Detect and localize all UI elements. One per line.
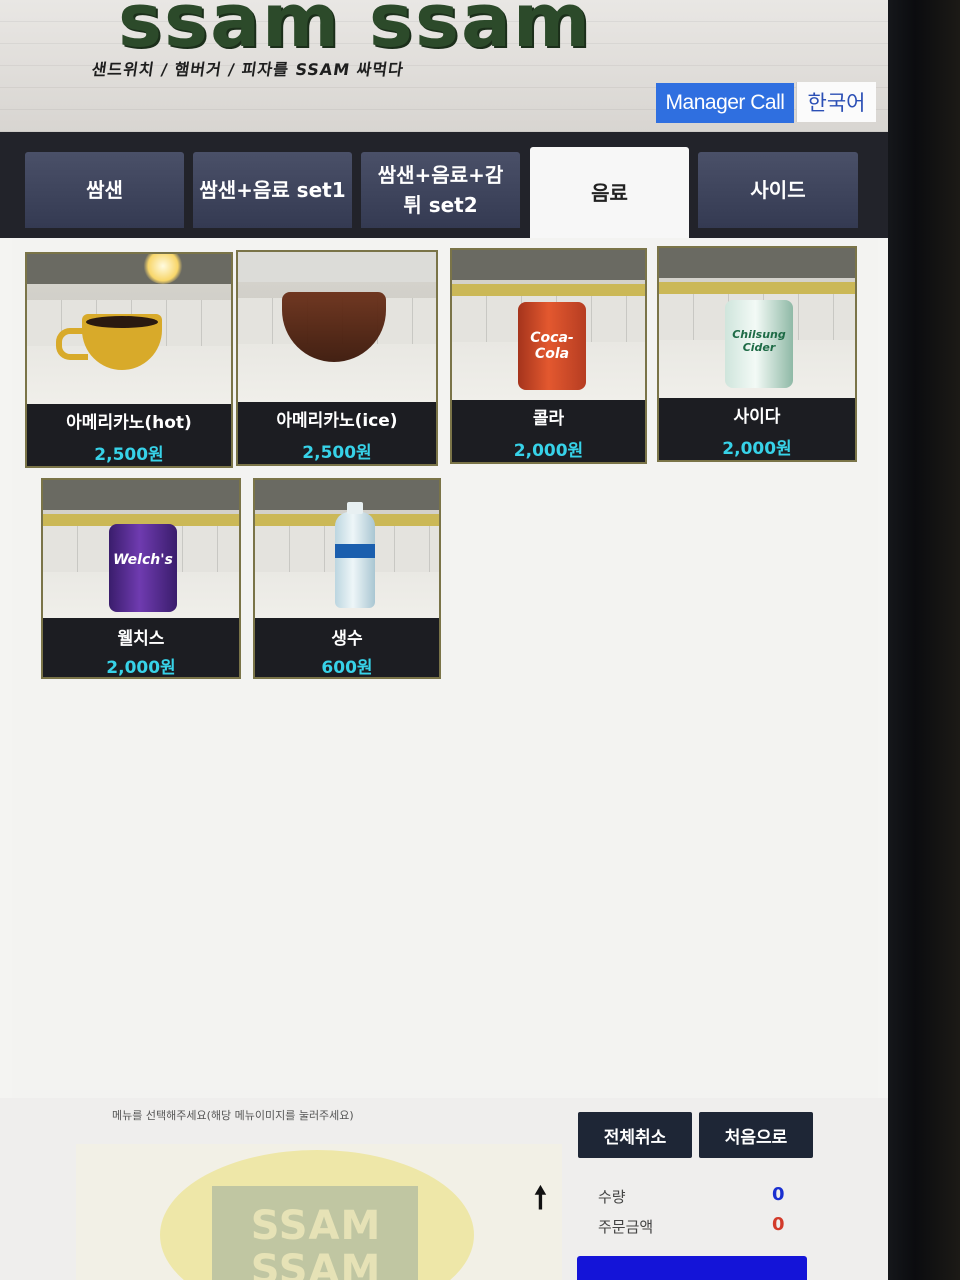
brand-logo: ssam ssam [118, 0, 593, 64]
order-panel: 메뉴를 선택해주세요(해당 메뉴이미지를 눌러주세요) SSAM SSAM 🠕 … [0, 1098, 888, 1280]
cola-can-icon: Coca-Cola [518, 302, 586, 390]
menu-item-price: 2,000원 [722, 439, 792, 459]
menu-item-photo: Coca-Cola [452, 250, 645, 400]
kiosk-bezel-right [885, 0, 960, 1280]
coffee-cup-icon [56, 314, 162, 370]
pay-button[interactable] [577, 1256, 807, 1280]
menu-grid: 아메리카노(hot) 2,500원 아메리카노(ice) 2,500원 Coca… [12, 238, 878, 1098]
scroll-up-arrow-icon[interactable]: 🠕 [534, 1176, 547, 1227]
quantity-value: 0 [772, 1184, 785, 1205]
tab-set2[interactable]: 쌈샌+음료+감튀 set2 [361, 152, 520, 228]
menu-item-cider[interactable]: Chilsung Cider 사이다 2,000원 [657, 246, 857, 462]
order-amount-value: 0 [772, 1214, 785, 1235]
menu-item-photo [238, 252, 436, 402]
menu-item-price: 600원 [321, 658, 373, 678]
tab-set1[interactable]: 쌈샌+음료 set1 [193, 152, 352, 228]
menu-item-americano-ice[interactable]: 아메리카노(ice) 2,500원 [236, 250, 438, 466]
menu-select-hint: 메뉴를 선택해주세요(해당 메뉴이미지를 눌러주세요) [112, 1109, 354, 1122]
iced-coffee-glass-icon [282, 292, 386, 362]
menu-item-price: 2,000원 [513, 441, 584, 461]
order-amount-label: 주문금액 [598, 1218, 654, 1236]
menu-item-name: 사이다 [733, 407, 781, 427]
menu-item-photo: Welch's [43, 480, 239, 618]
tab-ssamsaen[interactable]: 쌈샌 [25, 152, 184, 228]
language-button[interactable]: 한국어 [796, 82, 876, 122]
menu-item-water[interactable]: 생수 600원 [253, 478, 441, 679]
brand-tagline: 샌드위치 / 햄버거 / 피자를 SSAM 싸먹다 [90, 60, 406, 79]
menu-item-name: 콜라 [532, 409, 565, 429]
menu-item-name: 아메리카노(ice) [276, 411, 398, 431]
tab-side[interactable]: 사이드 [698, 152, 858, 228]
menu-item-name: 웰치스 [117, 629, 165, 649]
manager-call-button[interactable]: Manager Call [656, 83, 794, 123]
category-tab-bar: 쌈샌 쌈샌+음료 set1 쌈샌+음료+감튀 set2 음료 사이드 [0, 132, 888, 238]
menu-item-price: 2,500원 [302, 443, 372, 463]
cart-watermark-logo: SSAM SSAM [250, 1203, 382, 1280]
menu-item-price: 2,500원 [94, 445, 164, 465]
go-home-button[interactable]: 처음으로 [699, 1112, 813, 1158]
kiosk-screen: ssam ssam 샌드위치 / 햄버거 / 피자를 SSAM 싸먹다 Mana… [0, 0, 888, 1280]
menu-item-price: 2,000원 [106, 658, 176, 678]
grape-soda-can-icon: Welch's [109, 524, 177, 612]
header: ssam ssam 샌드위치 / 햄버거 / 피자를 SSAM 싸먹다 Mana… [0, 0, 888, 132]
menu-item-photo [255, 480, 439, 618]
menu-item-americano-hot[interactable]: 아메리카노(hot) 2,500원 [25, 252, 233, 468]
menu-item-name: 아메리카노(hot) [66, 413, 192, 433]
cider-can-icon: Chilsung Cider [725, 300, 793, 388]
menu-item-welchs[interactable]: Welch's 웰치스 2,000원 [41, 478, 241, 679]
menu-item-name: 생수 [331, 629, 363, 649]
water-bottle-icon [335, 502, 375, 608]
menu-item-photo [27, 254, 231, 404]
tab-drinks[interactable]: 음료 [530, 147, 689, 238]
quantity-label: 수량 [598, 1188, 626, 1206]
menu-item-photo: Chilsung Cider [659, 248, 855, 398]
menu-item-cola[interactable]: Coca-Cola 콜라 2,000원 [450, 248, 647, 464]
cart-list[interactable]: SSAM SSAM [76, 1144, 562, 1280]
cancel-all-button[interactable]: 전체취소 [578, 1112, 692, 1158]
